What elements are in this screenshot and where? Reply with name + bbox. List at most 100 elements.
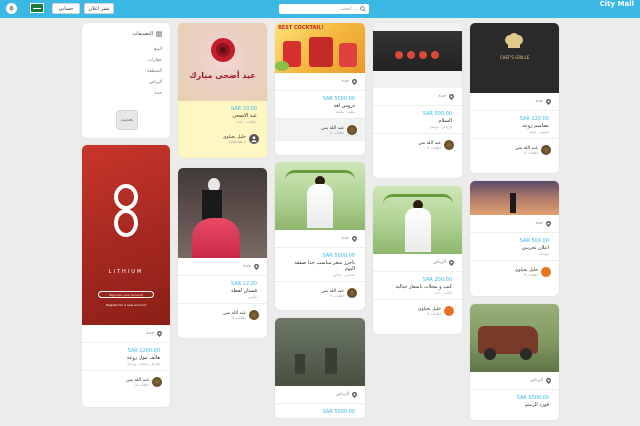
post-card[interactable]: BEST COCKTAIL! جدة SAR 5000.00 دروس لغة … bbox=[275, 23, 365, 155]
site-logo[interactable]: City Mall bbox=[600, 1, 634, 8]
seller-row[interactable]: خليل يحياوي 5 اعلانات bbox=[470, 260, 559, 283]
seller-row[interactable]: خليل يحياوي Listings 2 bbox=[178, 128, 267, 150]
seller-avatar[interactable] bbox=[347, 288, 357, 298]
seller-avatar[interactable] bbox=[347, 125, 357, 135]
location-row: جدة bbox=[275, 73, 365, 91]
post-card[interactable]: الرياض SAR 5000.00 bbox=[275, 318, 365, 418]
location-pin-icon bbox=[157, 330, 162, 337]
post-card[interactable]: جدة SAR 500.00 اعلان تجريبي منوعة خليل ي… bbox=[470, 181, 559, 296]
seller-avatar[interactable] bbox=[444, 140, 454, 150]
filter-item[interactable]: عقارات bbox=[90, 58, 162, 63]
logo-text-en: City Mall bbox=[599, 0, 634, 8]
location-pin-icon bbox=[546, 220, 551, 227]
post-card[interactable]: CHEF'S GRILLE جدة SAR 120.00 تصاميم روعة… bbox=[470, 23, 559, 173]
wedding-image bbox=[275, 162, 365, 230]
seller-listings: 5 اعلانات bbox=[330, 130, 344, 135]
seller-avatar[interactable] bbox=[249, 134, 259, 144]
location-row: جدة bbox=[373, 88, 462, 106]
post-price: SAR 1200.00 bbox=[127, 348, 160, 354]
location-row: جدة bbox=[275, 230, 365, 248]
location-row: جدة bbox=[470, 215, 559, 233]
location-row: الرياض bbox=[373, 254, 462, 272]
filter-submit-button[interactable]: تحديث bbox=[116, 110, 138, 130]
seller-avatar[interactable] bbox=[541, 145, 551, 155]
seller-listings: Listings 2 bbox=[229, 139, 246, 144]
filter-title: التصنيفات bbox=[90, 31, 162, 37]
location-pin-icon bbox=[449, 259, 454, 266]
lithium-logo-icon bbox=[114, 184, 138, 237]
post-title[interactable]: السلام bbox=[373, 117, 462, 124]
seller-avatar[interactable] bbox=[541, 267, 551, 277]
post-title[interactable]: دروس لغة bbox=[275, 102, 365, 109]
post-card[interactable]: LITHIUM Sign into your account Register … bbox=[82, 145, 170, 407]
post-title[interactable]: عبد الاضحى bbox=[178, 112, 267, 119]
post-title[interactable]: تصاميم روعة bbox=[470, 122, 559, 129]
seller-listings: 5 اعلانات bbox=[524, 150, 538, 155]
saudi-flag-icon[interactable] bbox=[30, 3, 44, 13]
location-row: جدة bbox=[470, 93, 559, 111]
my-account-button[interactable]: حسابي bbox=[52, 3, 80, 14]
seller-avatar[interactable] bbox=[249, 310, 259, 320]
location-row: الرياض bbox=[470, 372, 559, 390]
filter-item[interactable]: الرياض bbox=[90, 80, 162, 85]
location-row: جدة bbox=[178, 258, 267, 276]
post-category: الكتب - كتب bbox=[433, 291, 452, 295]
search-input[interactable]: ابحث ... bbox=[282, 6, 358, 12]
search-icon[interactable] bbox=[360, 6, 366, 12]
chef-logo-text: CHEF'S GRILLE bbox=[499, 55, 530, 60]
lithium-signin-button[interactable]: Sign into your account bbox=[98, 291, 154, 298]
post-card[interactable]: الرياض SAR 5000.00 فورد الرسم bbox=[470, 304, 559, 420]
post-ad-button[interactable]: نشر اعلان bbox=[84, 3, 114, 14]
post-price: SAR 5000.00 bbox=[322, 96, 355, 102]
post-price: SAR 5000.00 bbox=[516, 395, 549, 401]
wedding-image bbox=[373, 186, 462, 254]
chef-logo-image: CHEF'S GRILLE bbox=[470, 23, 559, 93]
post-price: SAR 120.00 bbox=[519, 116, 549, 122]
post-card[interactable]: جدة SAR 12.00 فستان لقطة ملابس عبد الله … bbox=[178, 168, 267, 338]
seller-row[interactable]: عبد الله بس 5 اعلانات bbox=[373, 133, 462, 156]
seller-row[interactable]: عبد الله بس 5 اعلانات bbox=[275, 281, 365, 304]
chef-hat-icon bbox=[505, 33, 523, 48]
post-category: الرياض - تواصل bbox=[428, 125, 452, 129]
location-pin-icon bbox=[546, 98, 551, 105]
post-title[interactable]: اعلان تجريبي bbox=[470, 244, 559, 251]
search-box[interactable]: ابحث ... bbox=[279, 4, 369, 14]
post-card[interactable]: جدة SAR 5000.00 تاجرز سعر مناسب جدا صفقة… bbox=[275, 162, 365, 310]
cocktail-title: BEST COCKTAIL! bbox=[278, 25, 324, 31]
post-price: SAR 200.00 bbox=[422, 277, 452, 283]
seller-row[interactable]: عبد الله بس 5 اعلانات bbox=[82, 370, 170, 393]
seller-row[interactable]: خليل يحياوي 5 اعلانات bbox=[373, 299, 462, 322]
post-title[interactable]: تاجرز سعر مناسب جدا صفقة اليوم bbox=[275, 259, 365, 272]
seller-row[interactable]: عبد الله بس 5 اعلانات bbox=[178, 303, 267, 326]
post-card[interactable]: عيد أضحى مبارك SAR 20.00 عبد الاضحى بطاق… bbox=[178, 23, 267, 158]
eid-greeting-text: عيد أضحى مبارك bbox=[189, 71, 256, 80]
post-category: فساتين - فنانين bbox=[332, 273, 355, 277]
seller-avatar[interactable] bbox=[444, 306, 454, 316]
filter-item[interactable]: البيع bbox=[90, 47, 162, 52]
post-price: SAR 5000.00 bbox=[322, 253, 355, 259]
filter-item[interactable]: المنطقة bbox=[90, 69, 162, 74]
filter-item[interactable]: جدة bbox=[90, 91, 162, 96]
location-row: الرياض bbox=[275, 386, 365, 404]
post-title[interactable]: فورد الرسم bbox=[470, 401, 559, 408]
notification-bell-icon[interactable] bbox=[6, 3, 17, 14]
post-card[interactable]: جدة SAR 500.00 السلام الرياض - تواصل عبد… bbox=[373, 23, 462, 178]
post-category: بطاقات - تعايد bbox=[236, 120, 257, 124]
seller-row[interactable]: عبد الله بس 5 اعلانات bbox=[275, 118, 365, 141]
post-title[interactable]: فستان لقطة bbox=[178, 287, 267, 294]
post-category: منوعة bbox=[540, 252, 549, 256]
user-icon bbox=[251, 136, 257, 142]
list-icon bbox=[156, 31, 162, 37]
location-pin-icon bbox=[546, 377, 551, 384]
seller-listings: 5 اعلانات bbox=[330, 293, 344, 298]
seller-listings: 5 اعلانات bbox=[135, 382, 149, 387]
seller-listings: 5 اعلانات bbox=[232, 315, 246, 320]
location-pin-icon bbox=[254, 263, 259, 270]
lithium-register-link[interactable]: Register for a new account bbox=[98, 302, 154, 309]
post-title[interactable]: هاتف مول روعة bbox=[82, 354, 170, 361]
post-card[interactable]: الرياض SAR 200.00 كتب و مجلات باسعار خيا… bbox=[373, 186, 462, 334]
seller-avatar[interactable] bbox=[152, 377, 162, 387]
post-price: SAR 500.00 bbox=[519, 238, 549, 244]
seller-row[interactable]: عبد الله بس 5 اعلانات bbox=[470, 138, 559, 161]
post-title[interactable]: كتب و مجلات باسعار خيالية bbox=[373, 283, 462, 290]
